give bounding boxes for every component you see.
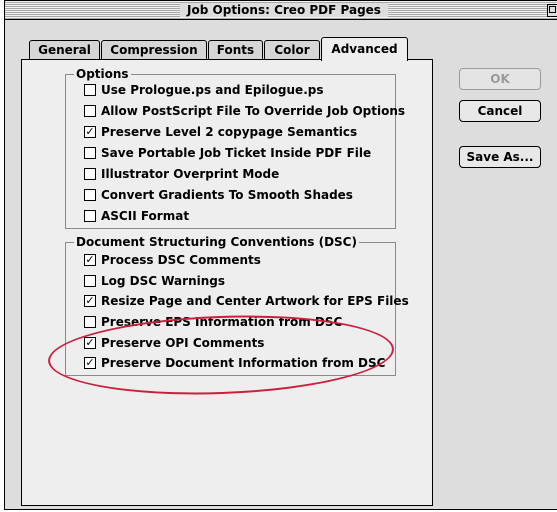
checkbox[interactable]: [84, 210, 96, 222]
tab-fonts[interactable]: Fonts: [208, 40, 263, 59]
ok-button[interactable]: OK: [459, 68, 541, 90]
option-label: Illustrator Overprint Mode: [101, 167, 280, 181]
checkbox[interactable]: [84, 168, 96, 180]
option-label: Preserve Document Information from DSC: [101, 356, 386, 370]
checkbox[interactable]: [84, 316, 96, 328]
options-group: Options Use Prologue.ps and Epilogue.ps …: [65, 66, 405, 229]
checkbox[interactable]: ✓: [84, 357, 96, 369]
option-label: ASCII Format: [101, 209, 190, 223]
checkbox[interactable]: [84, 147, 96, 159]
option-label: Convert Gradients To Smooth Shades: [101, 188, 353, 202]
window-title: Job Options: Creo PDF Pages: [180, 3, 388, 17]
option-label: Resize Page and Center Artwork for EPS F…: [101, 294, 409, 308]
checkbox[interactable]: ✓: [84, 295, 96, 307]
checkbox[interactable]: [84, 275, 96, 287]
option-label: Preserve Level 2 copypage Semantics: [101, 125, 358, 139]
option-label: Log DSC Warnings: [101, 274, 226, 288]
tab-compression[interactable]: Compression: [101, 40, 207, 59]
dsc-group: Document Structuring Conventions (DSC) ✓…: [65, 234, 409, 376]
tab-color[interactable]: Color: [264, 40, 320, 59]
option-label: Preserve EPS Information from DSC: [101, 315, 343, 329]
cancel-button[interactable]: Cancel: [459, 100, 541, 122]
tab-general[interactable]: General: [29, 40, 100, 59]
option-label: Save Portable Job Ticket Inside PDF File: [101, 146, 372, 160]
checkbox[interactable]: ✓: [84, 126, 96, 138]
option-label: Process DSC Comments: [101, 253, 261, 267]
options-group-title: Options: [74, 66, 131, 82]
zoom-box-icon[interactable]: [547, 4, 557, 17]
dsc-group-title: Document Structuring Conventions (DSC): [74, 234, 359, 250]
checkbox[interactable]: [84, 189, 96, 201]
title-bar[interactable]: Job Options: Creo PDF Pages: [5, 1, 557, 20]
checkbox[interactable]: ✓: [84, 254, 96, 266]
tab-advanced[interactable]: Advanced: [321, 37, 408, 61]
option-label: Preserve OPI Comments: [101, 336, 265, 350]
checkbox[interactable]: [84, 84, 96, 96]
option-label: Allow PostScript File To Override Job Op…: [101, 104, 406, 118]
checkbox[interactable]: ✓: [84, 337, 96, 349]
option-label: Use Prologue.ps and Epilogue.ps: [101, 83, 324, 97]
save-as-button[interactable]: Save As...: [459, 146, 541, 168]
checkbox[interactable]: [84, 105, 96, 117]
